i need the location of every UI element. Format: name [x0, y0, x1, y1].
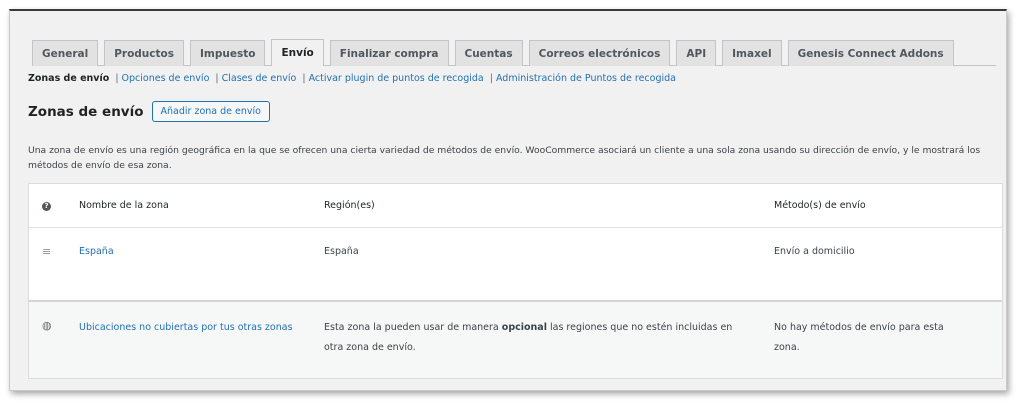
subnav-link-activate-pickup-plugin[interactable]: Activar plugin de puntos de recogida — [309, 73, 484, 84]
tab-api[interactable]: API — [676, 40, 717, 66]
tab-finalizar-compra[interactable]: Finalizar compra — [329, 40, 449, 66]
table-header-row: ? Nombre de la zona Región(es) Método(s)… — [29, 184, 1002, 228]
zone-methods: Envío a domicilio — [774, 246, 855, 257]
subnav-link-shipping-options[interactable]: Opciones de envío — [122, 73, 210, 84]
subnav-link-shipping-classes[interactable]: Clases de envío — [222, 73, 297, 84]
table-row: ≡ España España Envío a domicilio — [29, 228, 1002, 302]
tab-general[interactable]: General — [32, 40, 99, 66]
other-zone-methods: No hay métodos de envío para esta zona. — [774, 322, 944, 353]
subnav-current-zones: Zonas de envío — [28, 73, 110, 84]
add-shipping-zone-button[interactable]: Añadir zona de envío — [151, 101, 270, 122]
zone-name-link[interactable]: España — [79, 242, 309, 262]
page-description: Una zona de envío es una región geográfi… — [28, 145, 981, 171]
page-title: Zonas de envío — [28, 103, 144, 120]
help-icon[interactable]: ? — [42, 202, 51, 211]
tab-impuesto[interactable]: Impuesto — [190, 40, 266, 66]
other-zone-name-link[interactable]: Ubicaciones no cubiertas por tus otras z… — [79, 318, 309, 338]
zone-regions: España — [324, 246, 359, 257]
settings-window: General Productos Impuesto Envío Finaliz… — [9, 9, 1007, 391]
drag-handle-icon[interactable]: ≡ — [42, 245, 51, 258]
settings-tabs: General Productos Impuesto Envío Finaliz… — [32, 35, 996, 66]
tab-genesis-connect[interactable]: Genesis Connect Addons — [787, 40, 954, 66]
header-shipping-methods: Método(s) de envío — [774, 200, 866, 211]
tab-productos[interactable]: Productos — [104, 40, 184, 66]
table-row-rest-of-world: ◍ Ubicaciones no cubiertas por tus otras… — [29, 302, 1002, 378]
subnav-separator: | — [215, 73, 219, 84]
header-zone-name: Nombre de la zona — [79, 200, 169, 211]
subnav-separator: | — [115, 73, 119, 84]
tab-cuentas[interactable]: Cuentas — [454, 40, 523, 66]
header-regions: Región(es) — [324, 200, 375, 211]
shipping-zones-table: ? Nombre de la zona Región(es) Método(s)… — [28, 183, 1003, 379]
tab-correos[interactable]: Correos electrónicos — [528, 40, 671, 66]
tab-imaxel[interactable]: Imaxel — [722, 40, 782, 66]
other-zone-region-text: Esta zona la pueden usar de manera — [324, 322, 499, 333]
subnav-separator: | — [302, 73, 306, 84]
other-zone-regions: Esta zona la pueden usar de manera opcio… — [324, 318, 749, 358]
globe-icon: ◍ — [42, 319, 52, 332]
shipping-subnav: Zonas de envío | Opciones de envío | Clase… — [28, 73, 676, 84]
subnav-link-pickup-points-admin[interactable]: Administración de Puntos de recogida — [496, 73, 676, 84]
page-heading-row: Zonas de envío Añadir zona de envío — [28, 101, 270, 122]
other-zone-region-bold: opcional — [501, 322, 547, 333]
tab-envio[interactable]: Envío — [271, 39, 324, 66]
subnav-separator: | — [489, 73, 493, 84]
